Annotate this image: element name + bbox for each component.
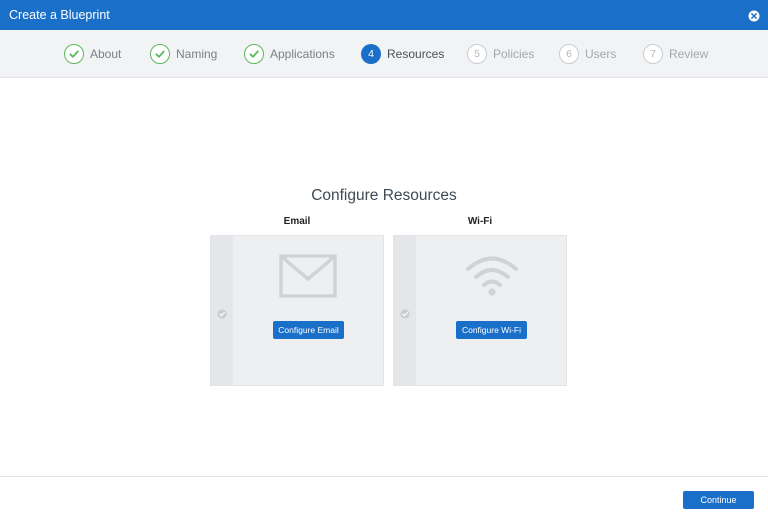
check-circle-icon — [150, 43, 170, 64]
step-label: Review — [669, 46, 709, 61]
window-title: Create a Blueprint — [9, 8, 110, 22]
step-number: 7 — [643, 43, 663, 64]
footer-bar — [0, 476, 768, 523]
step-label: Naming — [176, 46, 218, 61]
card-title-email: Email — [283, 216, 311, 227]
step-naming[interactable]: Naming — [150, 43, 217, 64]
card-title-wifi: Wi-Fi — [467, 216, 493, 227]
step-label: Users — [585, 46, 617, 61]
step-policies[interactable]: 5 Policies — [467, 43, 534, 64]
envelope-icon — [279, 254, 337, 303]
check-circle-icon — [217, 306, 227, 319]
title-bar: Create a Blueprint — [0, 0, 768, 30]
step-applications[interactable]: Applications — [244, 43, 335, 64]
step-resources[interactable]: 4 Resources — [361, 43, 444, 64]
wizard-steps: About Naming Applications 4 Resources 5 … — [0, 30, 768, 78]
check-circle-icon — [400, 306, 410, 319]
step-review[interactable]: 7 Review — [643, 43, 708, 64]
step-label: Applications — [270, 46, 335, 61]
check-circle-icon — [244, 43, 264, 64]
resource-card-email[interactable]: Configure Email — [210, 235, 384, 386]
close-icon[interactable] — [748, 9, 760, 22]
configure-wifi-button[interactable]: Configure Wi-Fi — [456, 321, 527, 339]
resource-card-wifi[interactable]: Configure Wi-Fi — [393, 235, 567, 386]
step-number: 6 — [559, 43, 579, 64]
wifi-icon — [464, 254, 520, 303]
step-number: 5 — [467, 43, 487, 64]
step-users[interactable]: 6 Users — [559, 43, 616, 64]
configure-email-button[interactable]: Configure Email — [273, 321, 344, 339]
step-about[interactable]: About — [64, 43, 121, 64]
continue-button[interactable]: Continue — [683, 491, 754, 509]
check-circle-icon — [64, 43, 84, 64]
page-title: Configure Resources — [311, 187, 457, 204]
step-number: 4 — [361, 43, 381, 64]
step-label: Policies — [493, 46, 535, 61]
step-label: Resources — [387, 46, 445, 61]
step-label: About — [90, 46, 122, 61]
